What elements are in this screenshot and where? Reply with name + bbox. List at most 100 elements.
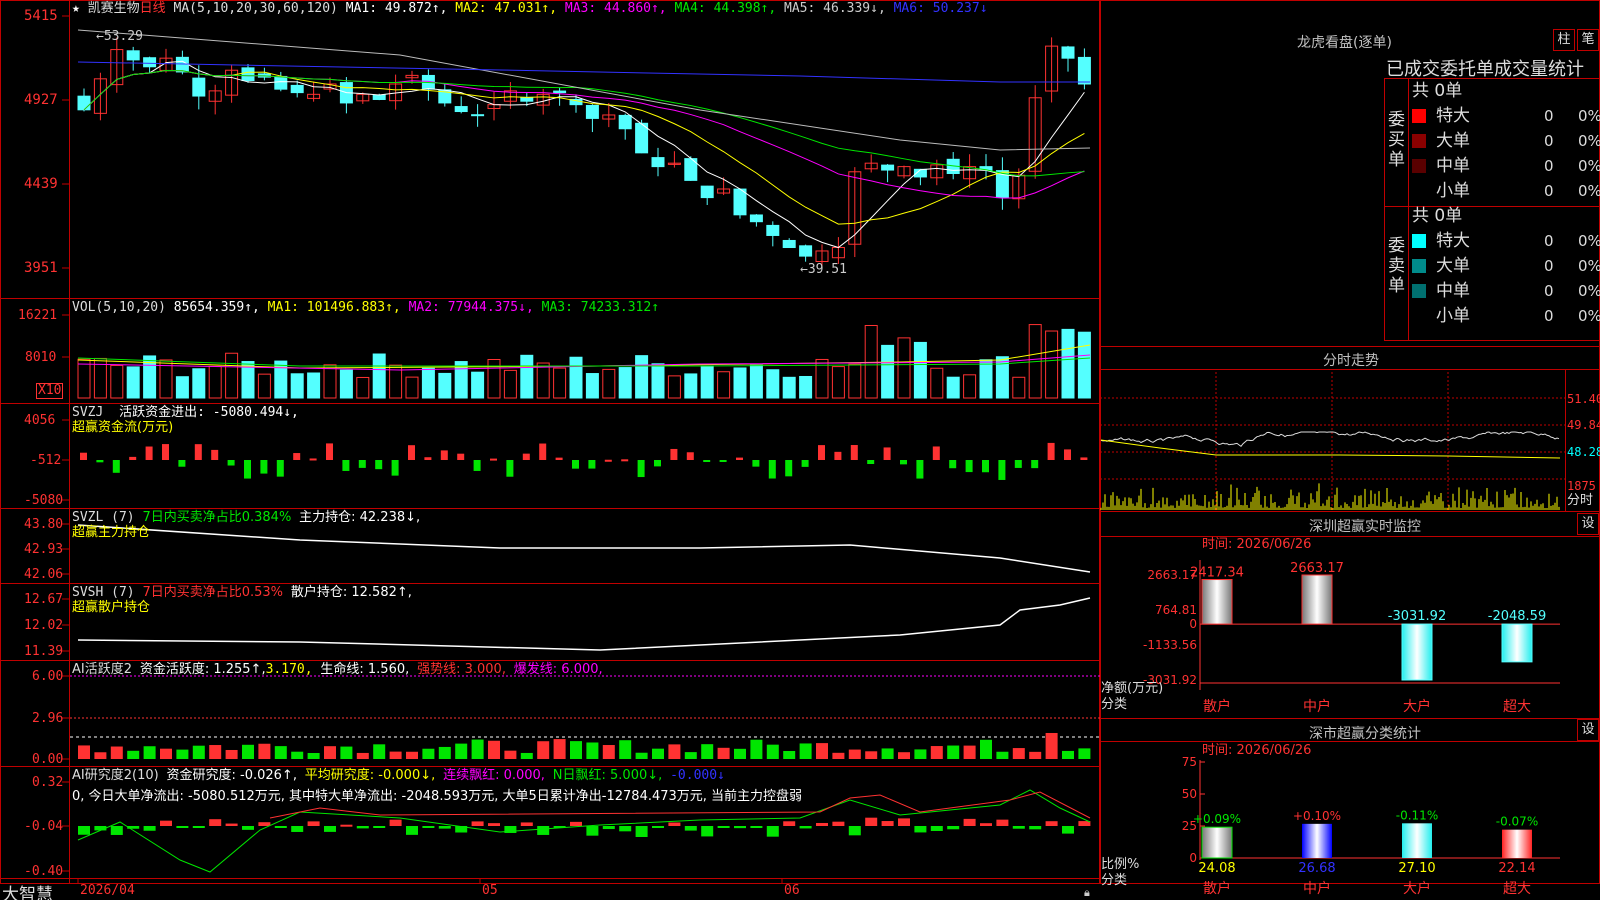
volume-bar — [766, 369, 780, 399]
order-type-label: 大单 — [1436, 256, 1470, 276]
svsh-line — [77, 597, 1091, 651]
monitor-settings-button[interactable]: 设 — [1577, 513, 1599, 535]
ai-research-bar — [1062, 826, 1074, 834]
order-stats-tabs[interactable]: 已成交委托单成交量统计 — [1386, 55, 1584, 81]
ai-active-bar — [94, 752, 107, 759]
ai-active-bar — [373, 744, 386, 759]
bar-mode-button[interactable]: 柱 — [1553, 29, 1575, 51]
ai-active-bar — [996, 751, 1009, 759]
volume-bar — [503, 369, 517, 399]
ai-research-axis-label: -0.04 — [24, 819, 64, 834]
monitor-axis-label: 764.81 — [1155, 603, 1197, 617]
ma-params: MA(5,10,20,30,60,120) — [173, 1, 338, 16]
ai-active-bar — [947, 745, 960, 759]
ai-research-bar — [143, 826, 156, 831]
monitor-value-label: 2663.17 — [1290, 561, 1344, 576]
ai-active-bar — [602, 745, 615, 759]
ai-research-bar — [520, 822, 533, 826]
order-row: 大单 0 0% — [1412, 130, 1600, 152]
volume-bar — [848, 363, 862, 399]
volume-bar — [307, 372, 321, 399]
candle-body — [700, 185, 714, 199]
order-pct: 0% — [1578, 257, 1600, 275]
order-row: 小单 0 0% — [1412, 180, 1600, 202]
svsh-layer — [77, 597, 1091, 651]
monitor-value-label: -3031.92 — [1388, 609, 1446, 624]
ai-research-bar — [389, 819, 402, 826]
ai-active-bar — [865, 751, 878, 759]
period-label[interactable]: 日线 — [140, 1, 166, 16]
stats-change-label: +0.10% — [1293, 809, 1341, 823]
volume-ma3: MA3: 74233.312↑ — [541, 300, 660, 315]
order-row: 小单 0 0% — [1412, 305, 1600, 327]
volume-bar — [913, 341, 927, 399]
ai-active-bar — [537, 741, 550, 759]
ai-active-axis-label: 2.96 — [32, 711, 64, 726]
candle-body — [1061, 46, 1075, 59]
svzj-bar — [982, 460, 989, 473]
volume-bar — [635, 355, 649, 399]
svzj-bar — [1031, 460, 1039, 469]
stats-change-label: -0.11% — [1396, 808, 1438, 822]
ai-active-bar — [881, 748, 894, 759]
candle-body — [175, 56, 189, 73]
volume-bar — [651, 363, 665, 399]
order-count: 0 — [1544, 107, 1554, 125]
candle-body — [274, 75, 288, 90]
intraday-unit: 分时 — [1567, 493, 1594, 508]
ai-research-bar — [340, 824, 353, 827]
lock-icon[interactable]: 🔒︎ — [1084, 886, 1090, 900]
ai-research-bar — [799, 826, 812, 829]
stats-bar — [1302, 823, 1332, 858]
svzj-bar — [293, 453, 301, 460]
ai-research-bar — [898, 818, 910, 826]
svzj-title: SVZJ — [72, 405, 104, 420]
ai-research-axis-label: 0.32 — [32, 775, 64, 790]
buy-total: 共 0单 — [1412, 81, 1463, 101]
stats-bar — [1502, 829, 1532, 858]
svzl-pct: 7日内买卖净占比0.384% — [142, 510, 292, 525]
star-icon[interactable]: ★ — [72, 1, 80, 16]
svzj-bar — [932, 446, 940, 460]
svzj-bar — [621, 459, 629, 462]
ai-research-bar — [1029, 826, 1042, 830]
candle-body — [126, 50, 140, 61]
intraday-chart — [1100, 370, 1566, 511]
ai-research-bar — [356, 826, 369, 829]
svzj-bar — [211, 449, 219, 460]
volume-bar — [257, 373, 271, 399]
ai-research-bar — [930, 826, 943, 831]
stats-settings-button[interactable]: 设 — [1577, 719, 1599, 741]
ai-active-bar — [520, 752, 533, 759]
ai-research-axis-label: -0.40 — [24, 864, 64, 879]
svzj-bar — [949, 460, 957, 469]
brand-logo[interactable]: 大智慧 — [2, 880, 53, 900]
ai-research-bar — [652, 826, 664, 828]
tick-mode-button[interactable]: 笔 — [1577, 29, 1599, 51]
ai-active-bar — [356, 752, 369, 759]
svzl-axis-label: 42.93 — [24, 542, 64, 557]
ai-active-bar — [816, 743, 828, 759]
stats-category-label: 散户 — [1203, 880, 1231, 897]
volume-bar — [963, 374, 977, 399]
order-color-swatch — [1412, 284, 1426, 298]
volume-title: VOL(5,10,20) — [72, 300, 166, 315]
ai-active-bar — [110, 746, 123, 759]
candle-body — [290, 84, 304, 94]
ai-active-bar — [455, 743, 468, 759]
svzj-bar — [129, 456, 137, 460]
candle-body — [749, 214, 763, 223]
date-axis-label: 2026/04 — [80, 883, 135, 898]
order-type-label: 特大 — [1436, 106, 1470, 126]
ai-research-bar — [717, 826, 730, 828]
stats-axis-label: 50 — [1182, 787, 1197, 801]
volume-bar — [126, 366, 140, 399]
svzj-value: 活跃资金进出: -5080.494↓, — [119, 405, 299, 420]
volume-bar — [585, 373, 599, 399]
volume-layer — [77, 324, 1091, 399]
order-pct: 0% — [1578, 132, 1600, 150]
ai-active-c: 生命线: 1.560, — [320, 662, 410, 677]
ai-research-bar — [848, 826, 861, 836]
ai-research-bar — [684, 826, 697, 831]
svzj-bar — [670, 448, 678, 460]
